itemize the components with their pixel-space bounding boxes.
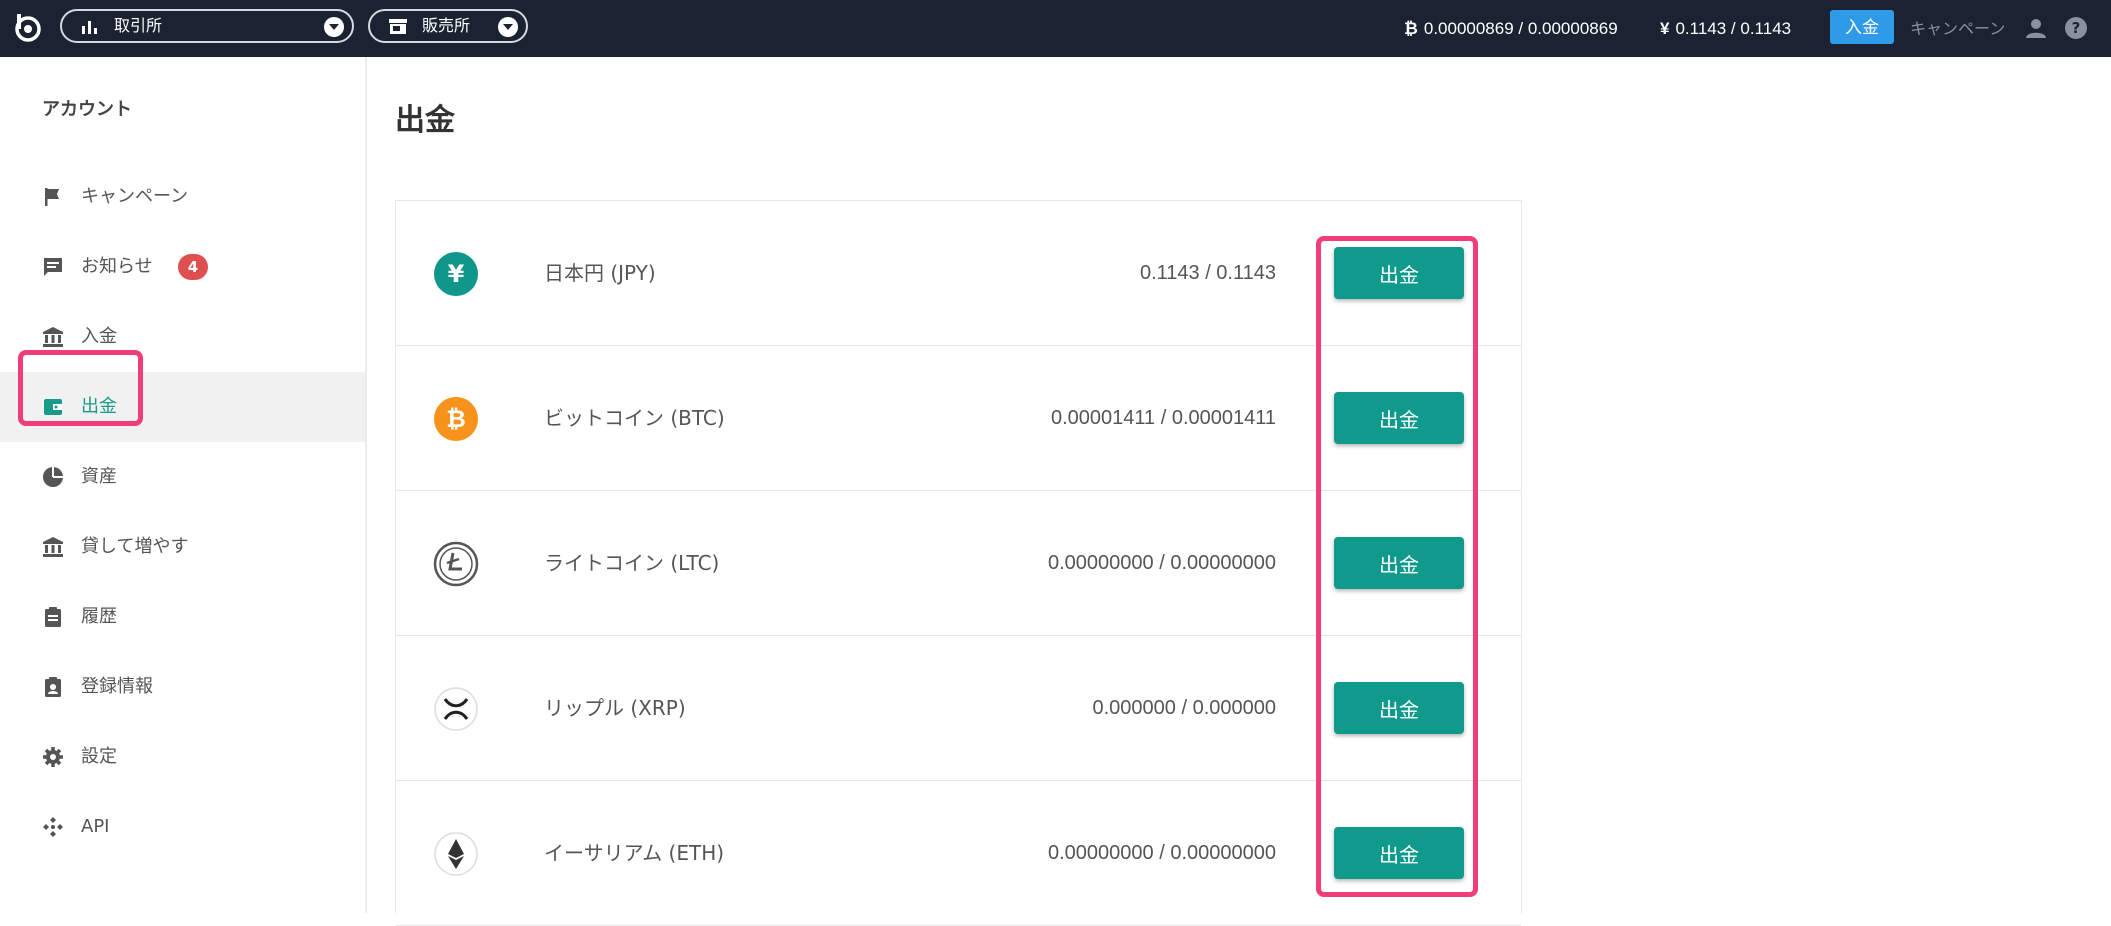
currency-balance: 0.1143 / 0.1143	[1139, 262, 1276, 284]
sidebar-item-label: 貸して増やす	[81, 536, 189, 557]
sidebar-item-label: 履歴	[81, 606, 117, 627]
currency-balance: 0.00000000 / 0.00000000	[1048, 552, 1276, 574]
sidebar-item-settings[interactable]: 設定	[0, 722, 365, 792]
store-label: 販売所	[422, 16, 471, 35]
user-icon[interactable]	[2024, 16, 2048, 40]
chevron-down-icon	[498, 17, 518, 37]
notification-badge: 4	[178, 254, 208, 280]
page-title: 出金	[395, 103, 455, 138]
exchange-label: 取引所	[114, 16, 163, 35]
btc-balance: ₿ 0.00000869 / 0.00000869	[1404, 0, 1618, 57]
gear-icon	[43, 747, 63, 767]
btc-balance-value: 0.00000869 / 0.00000869	[1423, 19, 1618, 38]
currency-name: ビットコイン (BTC)	[544, 406, 725, 430]
yen-icon: ¥	[434, 252, 478, 296]
sidebar-item-label: 登録情報	[81, 676, 153, 697]
currency-balance: 0.00001411 / 0.00001411	[1050, 407, 1276, 429]
svg-text:¥: ¥	[448, 260, 465, 288]
sidebar-item-campaign[interactable]: キャンペーン	[0, 162, 365, 232]
currency-name: イーサリアム (ETH)	[544, 841, 725, 865]
help-icon[interactable]: ?	[2064, 16, 2088, 40]
pie-chart-icon	[43, 467, 63, 487]
ripple-icon	[434, 687, 478, 731]
bitcoin-icon: ₿	[434, 397, 478, 441]
message-icon	[44, 258, 62, 276]
store-selector[interactable]: 販売所	[368, 9, 528, 43]
sidebar-item-api[interactable]: API	[0, 792, 365, 862]
campaign-link[interactable]: キャンペーン	[1910, 0, 2005, 57]
profile-icon	[45, 677, 61, 697]
currency-balance: 0.000000 / 0.000000	[1092, 697, 1276, 719]
sidebar: アカウント キャンペーン お知らせ 4 入金 出金 資産 貸して増やす 履歴 登…	[0, 57, 367, 913]
bank-icon	[43, 327, 63, 347]
highlight-box-withdraw-menu	[18, 350, 143, 426]
highlight-box-withdraw-buttons	[1316, 236, 1478, 897]
deposit-button[interactable]: 入金	[1830, 10, 1894, 44]
currency-balance: 0.00000000 / 0.00000000	[1048, 842, 1276, 864]
svg-text:₿: ₿	[446, 405, 466, 433]
sidebar-item-label: お知らせ	[81, 256, 153, 277]
sidebar-item-assets[interactable]: 資産	[0, 442, 365, 512]
sidebar-item-label: キャンペーン	[81, 186, 189, 207]
api-icon	[43, 817, 63, 837]
top-navbar: 取引所 販売所 ₿ 0.00000869 / 0.00000869 ¥0.1143…	[0, 0, 2111, 57]
sidebar-item-lending[interactable]: 貸して増やす	[0, 512, 365, 582]
jpy-balance: ¥0.1143 / 0.1143	[1660, 0, 1791, 57]
sidebar-item-label: API	[81, 816, 110, 837]
bar-chart-icon	[82, 21, 97, 34]
sidebar-item-label: 設定	[81, 746, 117, 767]
currency-name: リップル (XRP)	[544, 696, 686, 720]
sidebar-item-label: 資産	[81, 466, 117, 487]
flag-icon	[45, 188, 59, 206]
sidebar-item-history[interactable]: 履歴	[0, 582, 365, 652]
clipboard-icon	[45, 607, 61, 627]
currency-name: 日本円 (JPY)	[544, 261, 656, 285]
litecoin-icon	[433, 541, 479, 587]
jpy-symbol: ¥	[1660, 19, 1670, 38]
sidebar-heading: アカウント	[42, 99, 132, 120]
btc-symbol: ₿	[1404, 19, 1418, 38]
store-icon	[389, 19, 407, 34]
ethereum-icon	[434, 832, 478, 876]
currency-name: ライトコイン (LTC)	[544, 551, 720, 575]
chevron-down-icon	[324, 17, 344, 37]
svg-text:?: ?	[2072, 19, 2081, 37]
sidebar-item-profile[interactable]: 登録情報	[0, 652, 365, 722]
jpy-balance-value: 0.1143 / 0.1143	[1675, 19, 1792, 38]
bank-icon	[43, 537, 63, 557]
bitbank-logo[interactable]	[12, 12, 44, 44]
exchange-selector[interactable]: 取引所	[60, 9, 354, 43]
sidebar-item-notices[interactable]: お知らせ 4	[0, 232, 365, 302]
